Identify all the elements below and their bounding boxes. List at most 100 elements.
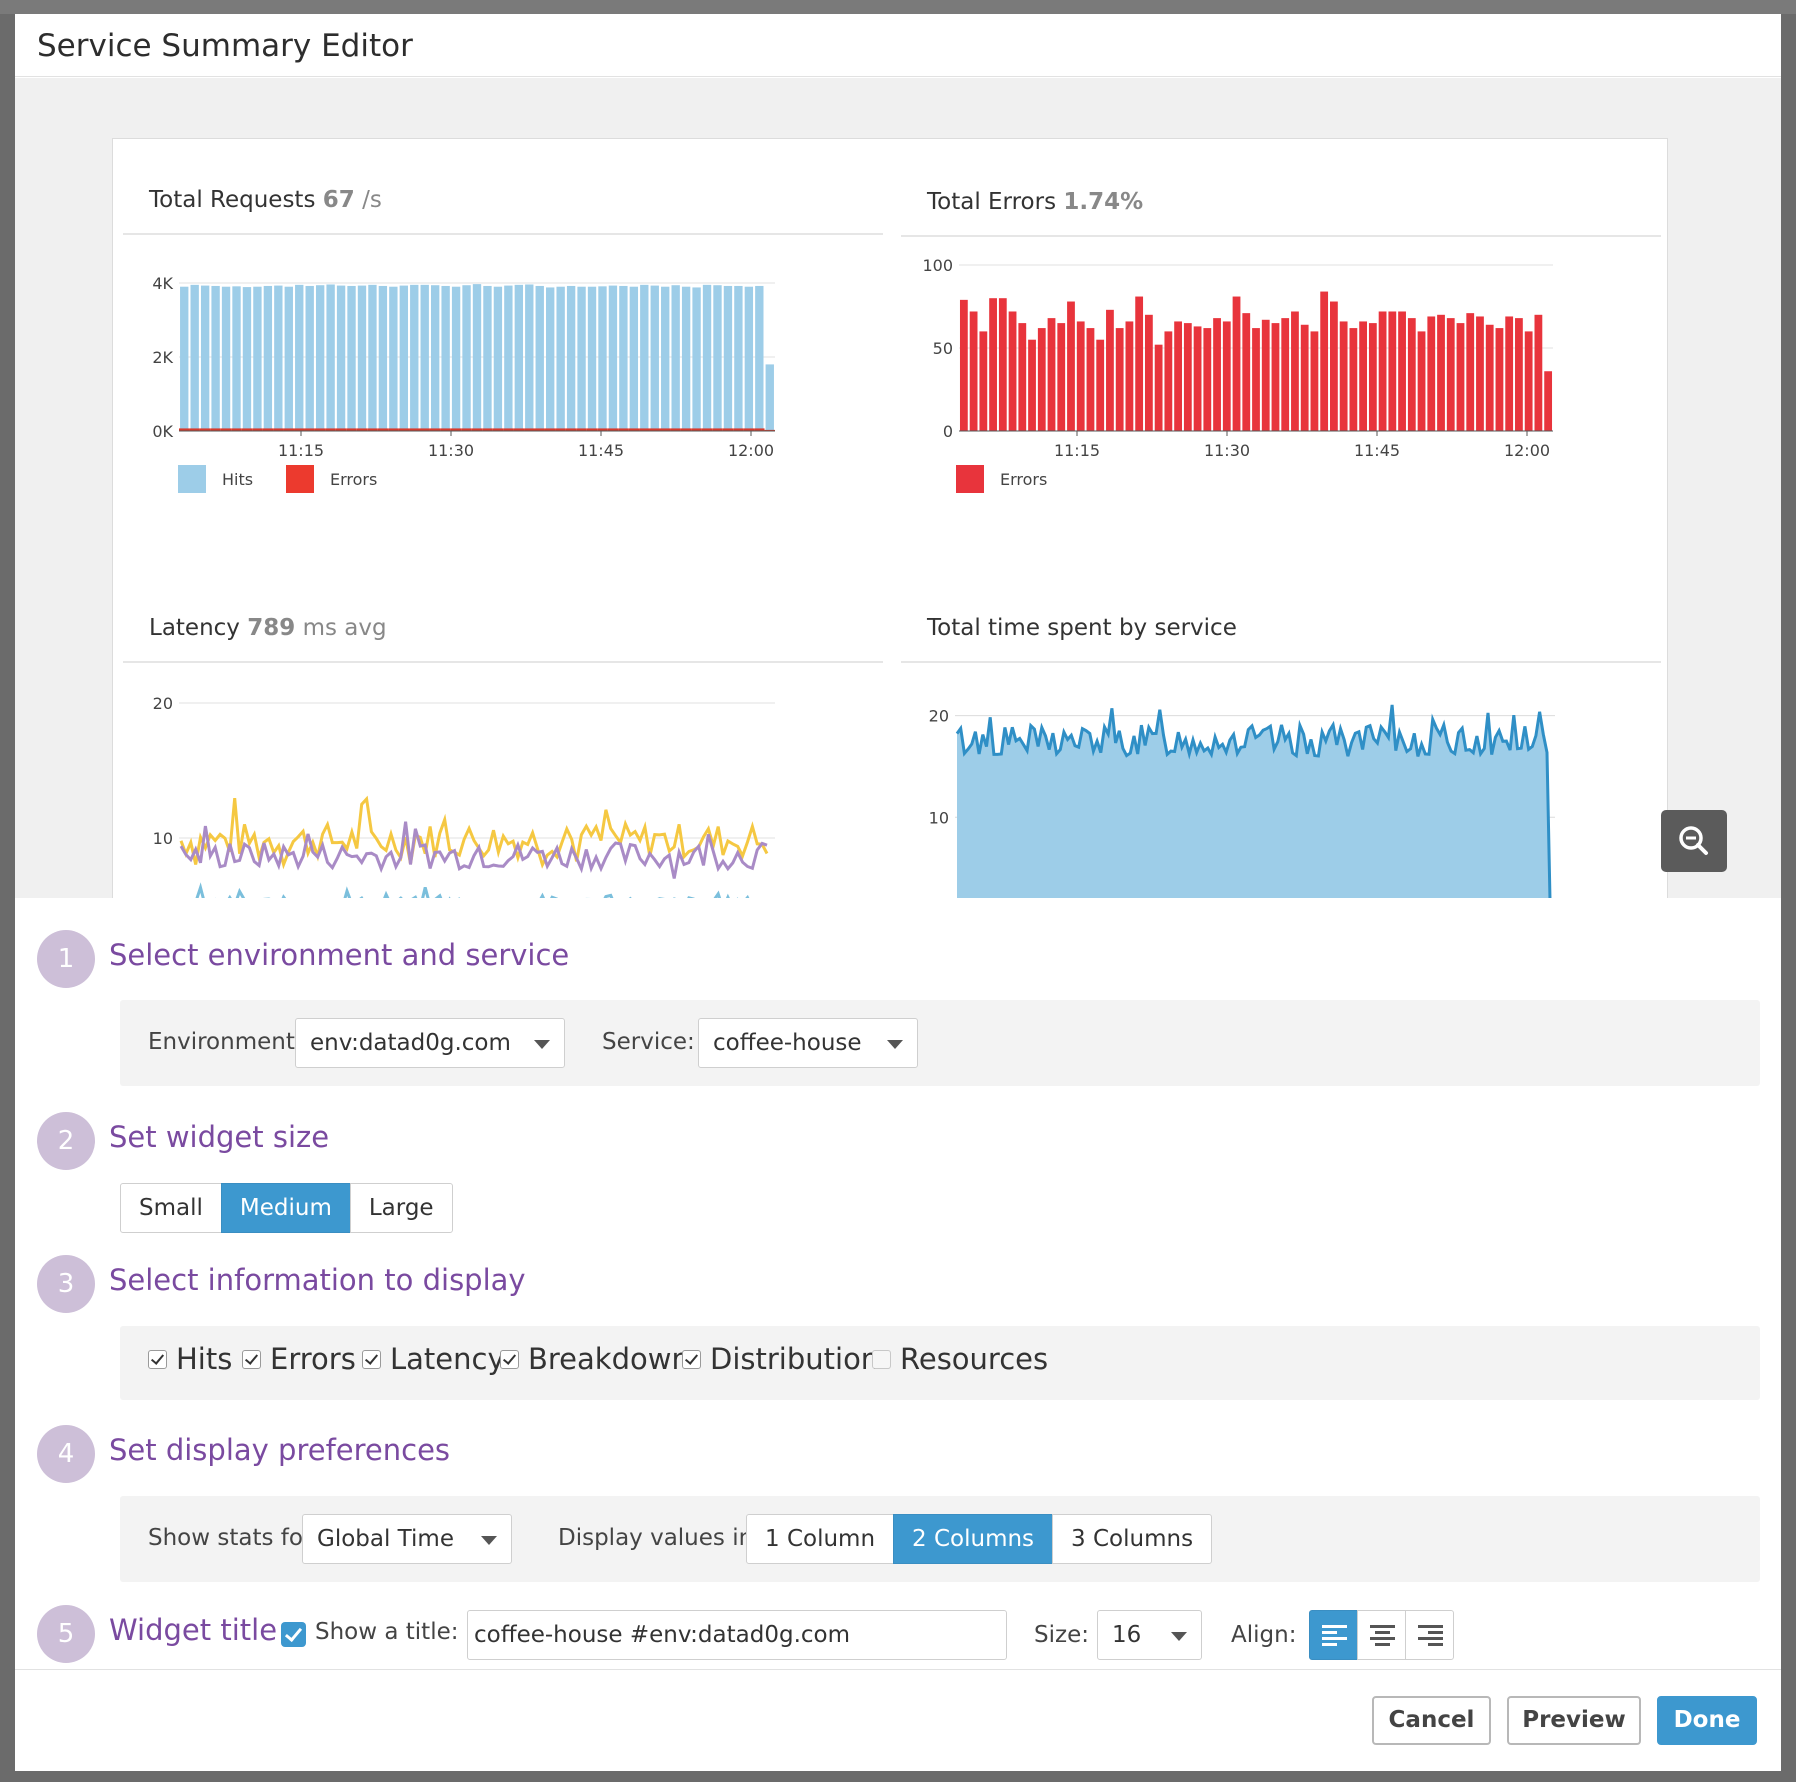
bar <box>1330 301 1338 431</box>
service-select[interactable]: coffee-house <box>698 1018 918 1068</box>
bar <box>1446 318 1455 431</box>
y-tick-label: 10 <box>153 829 173 848</box>
bar <box>221 286 231 431</box>
bar <box>1057 323 1066 431</box>
widget-title-input[interactable]: coffee-house #env:datad0g.com <box>467 1610 1007 1660</box>
bar <box>1485 324 1494 431</box>
bar <box>1252 328 1260 431</box>
requests-panel-rule <box>123 233 883 235</box>
bar <box>1018 323 1027 431</box>
time-spent-area-chart: 2010 <box>929 704 1555 898</box>
breakdown-checkbox[interactable]: Breakdown <box>500 1342 690 1376</box>
one-column-button[interactable]: 1 Column <box>746 1514 895 1564</box>
bar <box>681 286 691 431</box>
x-tick-label: 11:30 <box>1204 441 1250 460</box>
step-2-badge: 2 <box>37 1112 95 1170</box>
requests-panel-title: Total Requests 67 /s <box>149 187 382 213</box>
errors-panel-rule <box>901 235 1661 237</box>
bar <box>661 286 670 431</box>
bar <box>284 286 293 431</box>
size-large-button[interactable]: Large <box>349 1183 453 1233</box>
y-tick-label: 0 <box>943 422 953 441</box>
size-small-button[interactable]: Small <box>120 1183 222 1233</box>
bar <box>1213 318 1221 431</box>
bar <box>1466 313 1475 431</box>
bar <box>514 284 524 431</box>
show-title-label: Show a title: <box>315 1619 459 1645</box>
title-size-select[interactable]: 16 <box>1097 1610 1202 1660</box>
service-summary-editor-modal: Service Summary Editor Total Requests 67… <box>15 14 1781 1771</box>
distribution-checkbox[interactable]: Distribution <box>682 1342 879 1376</box>
preview-button[interactable]: Preview <box>1507 1696 1641 1745</box>
bar <box>336 285 346 431</box>
bar <box>1407 318 1416 431</box>
widget-preview-card: Total Requests 67 /s 4K 2K 0K 11:15 11:30 11:… <box>112 138 1668 898</box>
bar <box>274 285 283 431</box>
bar <box>1008 311 1017 431</box>
bar <box>504 285 513 431</box>
chevron-down-icon <box>481 1536 497 1545</box>
bar <box>190 284 199 431</box>
three-columns-button[interactable]: 3 Columns <box>1052 1514 1213 1564</box>
bar <box>1456 323 1465 431</box>
errors-bar-chart: 100 50 0 11:15 11:30 11:45 12:00 Errors <box>922 256 1553 493</box>
bar <box>242 287 252 431</box>
bar <box>671 285 680 431</box>
environment-select[interactable]: env:datad0g.com <box>295 1018 565 1068</box>
bar <box>1183 323 1192 431</box>
step-4-badge: 4 <box>37 1425 95 1483</box>
bar <box>1076 321 1085 431</box>
bar <box>472 284 482 431</box>
align-center-button[interactable] <box>1357 1610 1406 1660</box>
x-tick-label: 11:45 <box>1354 441 1400 460</box>
checkbox-checked-icon <box>682 1349 701 1369</box>
bar <box>608 285 618 431</box>
done-button[interactable]: Done <box>1657 1696 1757 1745</box>
hits-checkbox[interactable]: Hits <box>148 1342 232 1376</box>
bar <box>1476 316 1484 431</box>
show-stats-select[interactable]: Global Time <box>302 1514 512 1564</box>
zoom-button[interactable] <box>1661 810 1727 872</box>
legend-label: Errors <box>330 470 377 489</box>
y-tick-label: 50 <box>933 339 953 358</box>
errors-panel-title: Total Errors 1.74% <box>927 189 1143 215</box>
latency-line-chart: 2010 <box>153 694 775 898</box>
bar <box>1086 328 1095 431</box>
bar <box>368 284 377 431</box>
bar <box>1096 339 1105 431</box>
bar <box>692 287 701 431</box>
bar <box>326 284 335 431</box>
bar <box>378 285 388 431</box>
align-left-button[interactable] <box>1309 1610 1358 1660</box>
align-left-icon <box>1322 1625 1347 1646</box>
bar <box>1281 318 1290 431</box>
y-tick-label: 20 <box>153 694 173 713</box>
errors-value: 1.74% <box>1063 189 1144 215</box>
x-tick-label: 12:00 <box>728 441 774 460</box>
size-medium-button[interactable]: Medium <box>220 1183 351 1233</box>
bar <box>315 285 325 431</box>
environment-value: env:datad0g.com <box>310 1030 511 1056</box>
cancel-button[interactable]: Cancel <box>1372 1696 1491 1745</box>
latency-checkbox[interactable]: Latency <box>362 1342 505 1376</box>
y-tick-label: 20 <box>929 707 949 726</box>
bar <box>347 285 356 431</box>
requests-bar-chart: 4K 2K 0K 11:15 11:30 11:45 12:00 Hits Errors <box>152 274 775 493</box>
bar <box>640 284 649 431</box>
bar <box>1047 318 1056 431</box>
bar <box>1300 324 1309 431</box>
bar <box>1417 331 1426 431</box>
bar <box>462 285 471 431</box>
requests-value: 67 <box>322 187 355 213</box>
bar <box>1368 323 1377 431</box>
checkbox-unchecked-icon <box>872 1349 891 1369</box>
errors-checkbox[interactable]: Errors <box>242 1342 356 1376</box>
align-right-button[interactable] <box>1405 1610 1454 1660</box>
bar <box>1115 328 1124 431</box>
two-columns-button[interactable]: 2 Columns <box>893 1514 1054 1564</box>
resources-checkbox[interactable]: Resources <box>872 1342 1048 1376</box>
show-title-checkbox[interactable] <box>281 1622 306 1647</box>
latency-title-text: Latency <box>149 615 240 641</box>
bar <box>1349 328 1358 431</box>
bar <box>1203 328 1212 431</box>
